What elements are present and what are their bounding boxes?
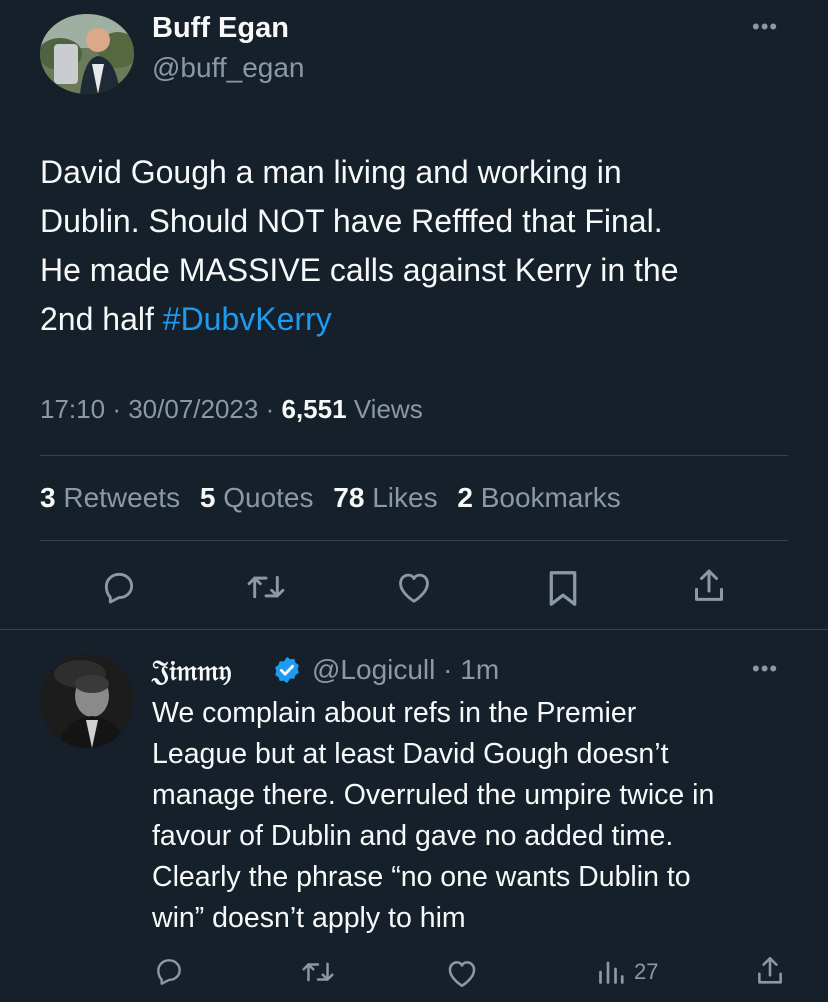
reply-text-line: We complain about refs in the Premier	[152, 697, 637, 729]
author-handle[interactable]: @Logicull	[312, 654, 435, 685]
bookmarks-stat[interactable]: 2 Bookmarks	[457, 482, 620, 513]
separator-dot: ·	[112, 394, 121, 424]
reply-text: We complain about refs in the Premier Le…	[152, 693, 812, 939]
reply-text-line: win” doesn’t apply to him	[152, 902, 466, 934]
retweet-icon	[302, 962, 334, 982]
reply-button[interactable]	[153, 955, 185, 987]
like-icon	[399, 573, 429, 603]
share-button[interactable]	[754, 954, 786, 988]
share-button[interactable]	[690, 566, 728, 606]
divider	[0, 629, 828, 630]
reply-text-line: League but at least David Gough doesn’t	[152, 738, 669, 770]
reply-text-line: favour of Dublin and gave no added time.	[152, 820, 674, 852]
engagement-stats: 3 Retweets 5 Quotes 78 Likes 2 Bookmarks	[40, 482, 633, 514]
retweet-button[interactable]	[300, 957, 336, 987]
tweet-text-line: Dublin. Should NOT have Refffed that Fin…	[40, 203, 663, 239]
quotes-stat[interactable]: 5 Quotes	[200, 482, 314, 513]
reply-meta: @Logicull · 1m	[312, 654, 499, 686]
bookmarks-count: 2	[457, 482, 473, 513]
like-icon	[448, 961, 476, 988]
views-count: 27	[634, 959, 659, 984]
likes-stat[interactable]: 78 Likes	[333, 482, 437, 513]
bookmark-button[interactable]	[545, 568, 581, 608]
author-name[interactable]: 𝔍𝔦𝔪𝔪𝔶	[152, 654, 231, 688]
tweet-text-line: He made MASSIVE calls against Kerry in t…	[40, 252, 679, 288]
reply-icon	[104, 572, 134, 604]
tweet-time[interactable]: 17:10	[40, 394, 105, 424]
reply-time[interactable]: 1m	[460, 654, 499, 685]
views-label: Views	[353, 394, 423, 424]
share-icon	[695, 569, 723, 601]
hashtag-link[interactable]: #DubvKerry	[163, 301, 332, 337]
retweets-label: Retweets	[63, 482, 181, 513]
separator-dot: ·	[443, 654, 453, 685]
tweet-text: David Gough a man living and working in …	[40, 148, 800, 344]
divider	[40, 455, 788, 456]
views-icon	[599, 961, 624, 984]
share-icon	[758, 956, 782, 984]
quotes-count: 5	[199, 482, 216, 513]
views-count: 6,551	[281, 394, 347, 424]
like-button[interactable]	[395, 569, 433, 605]
divider	[40, 540, 788, 541]
tweet-date[interactable]: 30/07/2023	[128, 394, 258, 424]
avatar[interactable]	[40, 654, 134, 748]
author-handle[interactable]: @buff_egan	[152, 52, 304, 84]
like-button[interactable]	[445, 957, 479, 989]
more-options-icon[interactable]: •••	[752, 658, 778, 680]
retweets-stat[interactable]: 3 Retweets	[40, 482, 180, 513]
reply-text-line: Clearly the phrase “no one wants Dublin …	[152, 861, 691, 893]
bookmark-icon	[549, 571, 577, 606]
author-name[interactable]: Buff Egan	[152, 12, 289, 45]
separator-dot: ·	[265, 394, 275, 424]
tweet-meta: 17:10 · 30/07/2023 · 6,551 Views	[40, 394, 423, 425]
reply-text-line: manage there. Overruled the umpire twice…	[152, 779, 715, 811]
retweet-button[interactable]	[245, 569, 287, 605]
avatar[interactable]	[40, 14, 134, 94]
reply-button[interactable]	[100, 568, 138, 606]
tweet-text-line: 2nd half #DubvKerry	[40, 295, 800, 344]
views-button[interactable]: 27	[596, 957, 658, 987]
likes-count: 78	[333, 482, 365, 513]
tweet-text-line: David Gough a man living and working in	[40, 154, 622, 190]
more-options-icon[interactable]: •••	[752, 16, 778, 38]
quotes-label: Quotes	[223, 482, 314, 513]
verified-badge-icon	[272, 655, 302, 690]
likes-label: Likes	[372, 482, 438, 513]
retweet-icon	[247, 575, 285, 599]
reply-icon	[157, 959, 181, 985]
bookmarks-label: Bookmarks	[480, 482, 621, 513]
tweet-text-fragment: 2nd half	[40, 301, 163, 337]
retweets-count: 3	[40, 482, 56, 513]
